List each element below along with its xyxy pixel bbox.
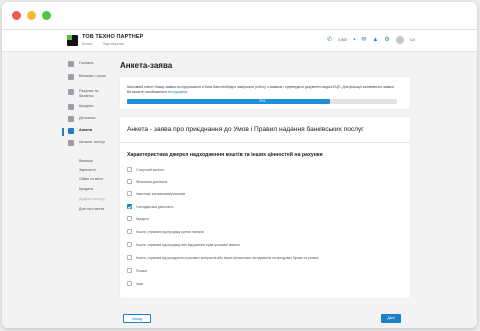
- bell-icon[interactable]: ▲: [372, 36, 378, 44]
- option-label: Фінансова допомога: [136, 179, 168, 184]
- option-checkbox[interactable]: [127, 242, 132, 247]
- company-tag: Бізнес: [82, 42, 93, 46]
- sidebar-item-label: Виписки і гроші: [79, 74, 106, 78]
- option-row[interactable]: Кошти, отримані від продажу або відчужен…: [127, 241, 240, 248]
- logo-icon: [67, 35, 78, 46]
- option-label: Кредити: [136, 216, 149, 221]
- back-button[interactable]: Назад: [123, 314, 151, 323]
- wallet-icon: [68, 89, 74, 95]
- app-window: ТОВ ТЕХНО ПАРТНЕР Бізнес Партнерство ✆ 0…: [2, 2, 477, 328]
- phone-icon[interactable]: ✆: [327, 36, 332, 44]
- option-row[interactable]: Інвестиції засновників/учасників: [127, 190, 185, 197]
- close-window-icon[interactable]: [12, 11, 21, 20]
- option-checkbox[interactable]: [127, 167, 132, 172]
- sidebar-item-label: Кредити: [79, 104, 94, 108]
- progress-label: 75%: [258, 99, 266, 103]
- sidebar-subitem[interactable]: Додати послугу: [79, 197, 105, 201]
- document-icon: [68, 74, 74, 80]
- option-checkbox[interactable]: [127, 229, 132, 234]
- sidebar-item-home[interactable]: Головна: [2, 61, 112, 75]
- catalog-icon: [68, 140, 74, 146]
- sidebar-item-label: Депозити: [79, 116, 96, 120]
- sidebar-subitem[interactable]: Кредиты: [79, 187, 93, 191]
- option-label: Господарська діяльність: [136, 204, 174, 209]
- sidebar-item-label: Анкета: [79, 128, 92, 132]
- sidebar-item-catalog[interactable]: Каталог послуг: [2, 140, 112, 154]
- instructions-link[interactable]: інструкціями: [168, 90, 188, 94]
- option-row[interactable]: Кошти, отримані від укладання строкових …: [127, 254, 319, 261]
- mail-icon[interactable]: ✉: [361, 36, 366, 44]
- option-label: Кошти, отримані від продажу або відчужен…: [136, 242, 240, 247]
- sidebar-subitem[interactable]: Виписки: [79, 159, 93, 163]
- progress-bar: 75%: [127, 99, 397, 104]
- sidebar-subitem[interactable]: Обмін та звіти: [79, 177, 103, 181]
- maximize-window-icon[interactable]: [42, 11, 51, 20]
- option-row[interactable]: Інше: [127, 280, 143, 287]
- option-row[interactable]: Статутний капітал: [127, 166, 164, 173]
- form-card: Анкета - заява про приєднання до Умов і …: [120, 117, 410, 298]
- page-title: Анкета-заява: [120, 61, 173, 70]
- option-checkbox[interactable]: [127, 281, 132, 286]
- form-footer: Назад Далі: [120, 311, 410, 328]
- form-icon: [68, 128, 74, 134]
- sidebar-item-label: Каталог послуг: [79, 140, 106, 144]
- option-label: Інше: [136, 281, 144, 286]
- sidebar-item-accounts[interactable]: Рахунки та баланси: [2, 89, 112, 103]
- option-row[interactable]: Фінансова допомога: [127, 178, 167, 185]
- sidebar-subitem[interactable]: Для чого метка: [79, 207, 104, 211]
- sidebar-item-label: Головна: [79, 61, 94, 65]
- header-actions: ✆ 0 800 ▪ ✉ ▲ ⚙ UA: [327, 36, 415, 44]
- notice-card: Шановний клієнт! Вище заявки на підтрима…: [120, 77, 410, 109]
- company-tags: Бізнес Партнерство: [82, 42, 124, 46]
- option-checkbox[interactable]: [127, 204, 132, 209]
- language-switch[interactable]: UA: [410, 38, 415, 42]
- sidebar-subitem[interactable]: Зарплатні: [79, 168, 96, 172]
- option-label: Статутний капітал: [136, 167, 164, 172]
- sidebar-item-label: Рахунки та баланси: [79, 89, 99, 98]
- option-checkbox[interactable]: [127, 216, 132, 221]
- chat-icon[interactable]: ▪: [353, 36, 355, 44]
- option-row[interactable]: Господарська діяльність: [127, 203, 173, 210]
- form-title: Анкета - заява про приєднання до Умов і …: [127, 126, 364, 133]
- option-label: Позики: [136, 268, 147, 273]
- company-tag: Партнерство: [102, 42, 125, 46]
- phone-number[interactable]: 0 800: [338, 38, 347, 42]
- option-checkbox[interactable]: [127, 255, 132, 260]
- settings-icon[interactable]: ⚙: [384, 36, 389, 44]
- option-row[interactable]: Кредити: [127, 215, 149, 222]
- sidebar: Головна Виписки і гроші Рахунки та балан…: [2, 53, 112, 328]
- active-indicator: [62, 128, 64, 136]
- option-label: Інвестиції засновників/учасників: [136, 191, 186, 196]
- section-title: Характеристика джерел надходження коштів…: [127, 152, 323, 158]
- deposit-icon: [68, 116, 74, 122]
- window-titlebar: [2, 2, 477, 30]
- option-label: Кошти, отримані від продажу цінних папер…: [136, 229, 204, 234]
- option-checkbox[interactable]: [127, 179, 132, 184]
- home-icon: [68, 61, 74, 67]
- notice-text: Шановний клієнт! Вище заявки на підтрима…: [127, 85, 397, 95]
- sidebar-item-statements[interactable]: Виписки і гроші: [2, 74, 112, 88]
- next-button[interactable]: Далі: [381, 314, 401, 323]
- app-header: ТОВ ТЕХНО ПАРТНЕР Бізнес Партнерство ✆ 0…: [2, 30, 477, 52]
- option-checkbox[interactable]: [127, 268, 132, 273]
- minimize-window-icon[interactable]: [27, 11, 36, 20]
- avatar[interactable]: [395, 36, 404, 44]
- option-checkbox[interactable]: [127, 191, 132, 196]
- credit-icon: [68, 104, 74, 110]
- divider: [120, 142, 410, 143]
- option-row[interactable]: Кошти, отримані від продажу цінних папер…: [127, 228, 204, 235]
- company-name[interactable]: ТОВ ТЕХНО ПАРТНЕР: [82, 34, 143, 40]
- option-label: Кошти, отримані від укладання строкових …: [136, 255, 319, 260]
- option-row[interactable]: Позики: [127, 267, 147, 274]
